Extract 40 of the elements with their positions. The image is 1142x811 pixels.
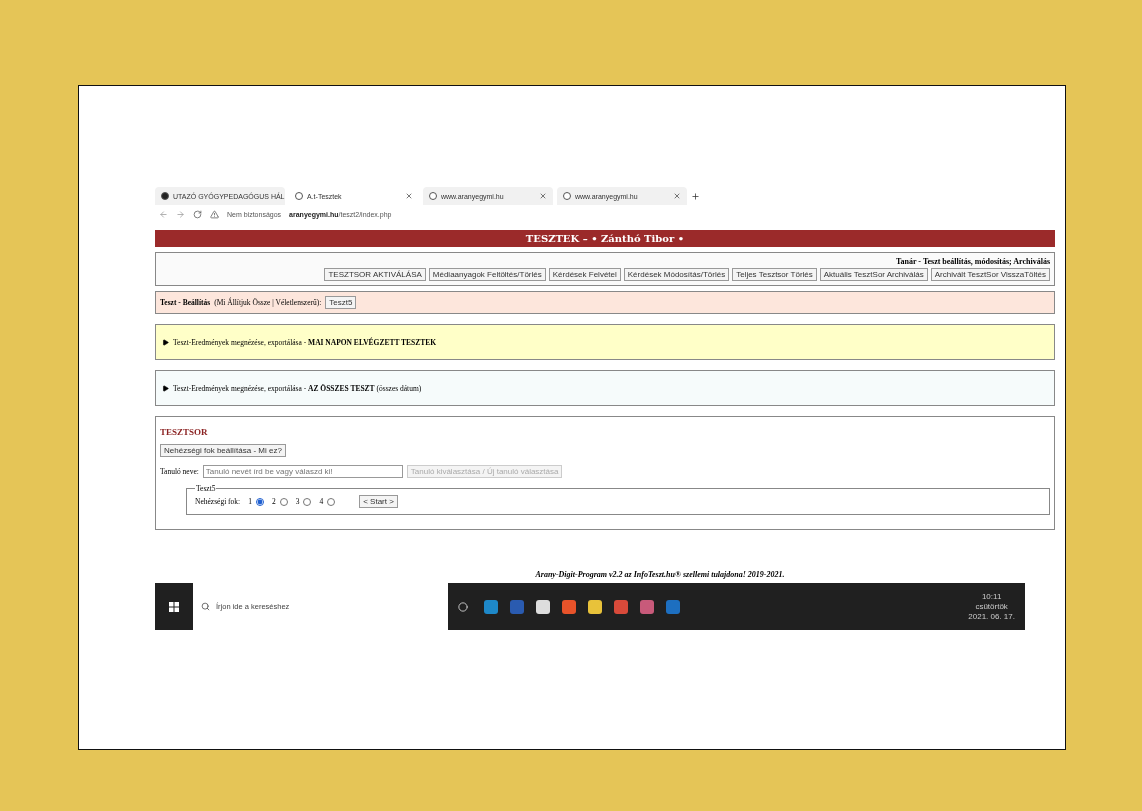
student-name-field[interactable]: Tanuló nevét írd be vagy válaszd ki! [202,465,403,478]
section-title: TESZTSOR [160,427,208,437]
test-button[interactable]: Teszt5 [325,296,357,309]
reload-icon[interactable] [193,209,202,219]
windows-icon[interactable] [169,601,179,612]
expand-icon [162,338,169,346]
new-tab-icon[interactable] [691,191,700,201]
action-button[interactable]: Kérdések Felvétel [548,268,621,281]
clock-time: 10:11 [981,592,1002,601]
header-title: TESZTEK – • Zánthó Tibor • [525,233,685,244]
difficulty-button[interactable]: Nehézségi fok beállítása - Mi ez? [160,444,286,457]
search-icon [201,602,210,611]
start-button[interactable]: < Start > [359,495,398,508]
expand-icon [162,384,169,392]
close-icon[interactable] [673,192,681,200]
circle-icon[interactable] [458,601,468,612]
close-icon[interactable] [405,192,413,200]
app-icon[interactable] [588,599,602,614]
action-button[interactable]: Médiaanyagok Feltöltés/Törlés [428,268,546,281]
level-radio[interactable] [327,497,336,506]
action-button[interactable]: TESZTSOR AKTIVÁLÁSA [324,268,426,281]
warning-icon [210,209,219,219]
action-button[interactable]: Aktuális TesztSor Archiválás [819,268,928,281]
panel-title: Tanár - Teszt beállítás, módosítás; Archiválás [894,257,1050,266]
close-icon[interactable] [539,192,547,200]
action-button[interactable]: Archivált TesztSor VisszaTöltés [930,268,1050,281]
clock-date: 2021. 06. 17. [968,612,1015,621]
level-radio[interactable] [255,497,264,506]
tab-favicon-icon [161,192,169,200]
action-button[interactable]: Teljes Tesztsor Törlés [732,268,817,281]
level-radio[interactable] [279,497,288,506]
tab-favicon-icon [563,192,571,200]
clock-day: csütörtök [975,602,1008,611]
app-icon[interactable] [536,599,550,614]
action-button[interactable]: Kérdések Módosítás/Törlés [623,268,730,281]
footer-text: Arany-Digit-Program v2.2 az InfoTeszt.hu® szellemi tulajdona! 2019-2021. [534,570,786,579]
level-radio[interactable] [303,497,312,506]
taskbar-clock[interactable]: 10:11 csütörtök 2021. 06. 17. [968,592,1025,621]
tab-favicon-icon [295,192,303,200]
tab-favicon-icon [429,192,437,200]
